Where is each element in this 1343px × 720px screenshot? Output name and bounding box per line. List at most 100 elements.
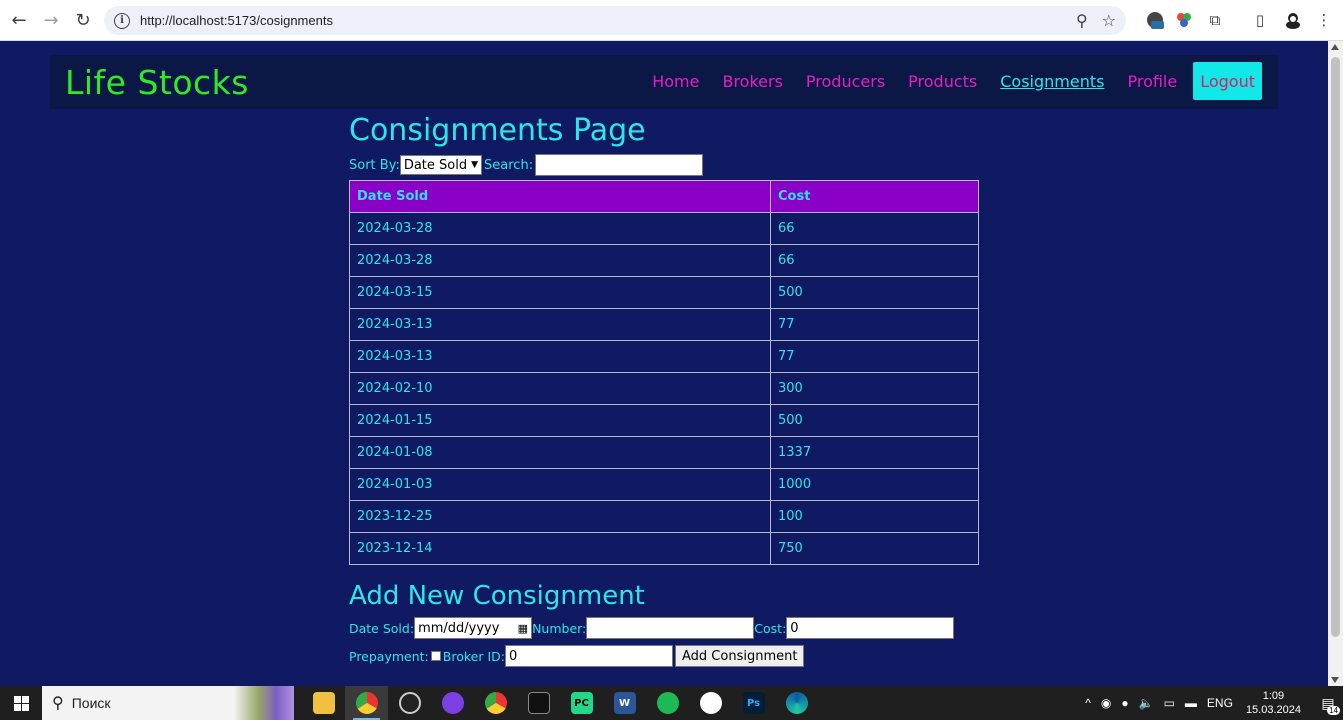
forward-arrow-icon[interactable]: → bbox=[35, 4, 67, 36]
cell-date-sold: 2024-01-03 bbox=[349, 468, 771, 501]
add-form-row-1: Date Sold: mm/dd/yyyy ▦ Number: Cost: 0 bbox=[349, 615, 989, 641]
search-icon: ⚲ bbox=[52, 695, 64, 712]
discord-icon[interactable]: ◉ bbox=[1101, 696, 1111, 710]
url-text[interactable]: http://localhost:5173/cosignments bbox=[140, 13, 333, 28]
edge-icon[interactable] bbox=[775, 686, 818, 720]
tray-overflow-icon[interactable]: ^ bbox=[1085, 696, 1091, 710]
nav-products[interactable]: Products bbox=[908, 72, 977, 91]
notification-count: 14 bbox=[1327, 706, 1340, 715]
steam-icon[interactable] bbox=[388, 686, 431, 720]
taskbar-search[interactable]: ⚲ Поиск bbox=[42, 686, 294, 720]
search-highlight-image bbox=[234, 686, 294, 720]
ghost-app-icon[interactable] bbox=[689, 686, 732, 720]
prepayment-checkbox[interactable] bbox=[430, 651, 441, 661]
bookmark-star-icon[interactable]: ☆ bbox=[1102, 11, 1116, 30]
scroll-up-icon[interactable] bbox=[1331, 44, 1339, 50]
menu-kebab-icon[interactable]: ⋮ bbox=[1312, 8, 1336, 32]
extension-uk-icon[interactable] bbox=[1143, 8, 1167, 32]
nav-cosignments[interactable]: Cosignments bbox=[1000, 72, 1104, 91]
broker-id-input[interactable]: 0 bbox=[505, 645, 673, 667]
table-row: 2024-01-03 1000 bbox=[349, 468, 979, 501]
taskbar-apps: PC W Ps bbox=[302, 686, 818, 720]
table-header-row: Date Sold Cost bbox=[349, 180, 979, 213]
profile-avatar-icon[interactable] bbox=[1281, 8, 1305, 32]
cell-date-sold: 2024-03-13 bbox=[349, 308, 771, 341]
extension-puzzle-colorful-icon[interactable] bbox=[1172, 8, 1196, 32]
calendar-icon[interactable]: ▦ bbox=[518, 622, 528, 635]
chrome-profile-icon[interactable] bbox=[345, 686, 388, 720]
page-title: Consignments Page bbox=[349, 113, 646, 148]
reload-icon[interactable]: ↻ bbox=[67, 4, 99, 36]
side-panel-icon[interactable]: ▯ bbox=[1248, 8, 1272, 32]
cell-cost: 750 bbox=[770, 532, 979, 565]
cell-date-sold: 2023-12-25 bbox=[349, 500, 771, 533]
search-input[interactable] bbox=[535, 154, 704, 176]
network-icon[interactable]: ▭ bbox=[1164, 696, 1175, 710]
scroll-down-icon[interactable] bbox=[1331, 677, 1339, 683]
table-row: 2023-12-14 750 bbox=[349, 532, 979, 565]
nav-profile[interactable]: Profile bbox=[1127, 72, 1177, 91]
battery-icon[interactable]: ▬ bbox=[1185, 696, 1197, 710]
table-body: 2024-03-28 66 2024-03-28 66 2024-03-15 500 202… bbox=[349, 212, 979, 565]
scroll-thumb[interactable] bbox=[1331, 57, 1340, 637]
pycharm-icon[interactable]: PC bbox=[560, 686, 603, 720]
site-info-icon[interactable]: i bbox=[114, 12, 130, 29]
date-sold-input[interactable]: mm/dd/yyyy ▦ bbox=[414, 617, 533, 639]
cell-date-sold: 2024-03-28 bbox=[349, 212, 771, 245]
windows-start-icon[interactable] bbox=[0, 686, 42, 720]
extensions-icon[interactable]: ⧉ bbox=[1203, 8, 1227, 32]
chrome-icon[interactable] bbox=[474, 686, 517, 720]
consignments-table: Date Sold Cost 2024-03-28 66 2024-03-28 66 2… bbox=[349, 180, 979, 565]
table-row: 2024-03-15 500 bbox=[349, 276, 979, 309]
cell-cost: 77 bbox=[770, 340, 979, 373]
cell-date-sold: 2024-03-15 bbox=[349, 276, 771, 309]
volume-icon[interactable]: 🔈 bbox=[1139, 696, 1154, 710]
nav-producers[interactable]: Producers bbox=[806, 72, 885, 91]
nav-brokers[interactable]: Brokers bbox=[722, 72, 782, 91]
sort-select-value: Date Sold bbox=[403, 157, 468, 173]
page-scrollbar[interactable] bbox=[1328, 41, 1343, 686]
number-input[interactable] bbox=[586, 617, 755, 639]
notification-center-icon[interactable]: ▤ 14 bbox=[1313, 686, 1343, 720]
taskbar-clock[interactable]: 1:09 15.03.2024 bbox=[1246, 689, 1301, 717]
nav-home[interactable]: Home bbox=[652, 72, 699, 91]
cell-cost: 500 bbox=[770, 276, 979, 309]
table-row: 2024-03-28 66 bbox=[349, 212, 979, 245]
logout-button[interactable]: Logout bbox=[1193, 62, 1262, 100]
word-icon[interactable]: W bbox=[603, 686, 646, 720]
column-header-cost: Cost bbox=[770, 180, 979, 213]
tray-app-icon[interactable]: ● bbox=[1121, 696, 1128, 710]
back-arrow-icon[interactable]: ← bbox=[3, 4, 35, 36]
file-explorer-icon[interactable] bbox=[302, 686, 345, 720]
prepayment-label: Prepayment: bbox=[349, 648, 429, 664]
table-row: 2024-03-13 77 bbox=[349, 308, 979, 341]
cell-cost: 77 bbox=[770, 308, 979, 341]
cost-label: Cost: bbox=[754, 620, 787, 636]
cell-cost: 1000 bbox=[770, 468, 979, 501]
language-indicator[interactable]: ENG bbox=[1207, 696, 1233, 710]
cell-cost: 66 bbox=[770, 212, 979, 245]
cell-date-sold: 2024-03-13 bbox=[349, 340, 771, 373]
add-consignment-button[interactable]: Add Consignment bbox=[675, 645, 805, 667]
table-row: 2024-01-08 1337 bbox=[349, 436, 979, 469]
search-label: Search: bbox=[484, 157, 534, 173]
cell-date-sold: 2024-01-08 bbox=[349, 436, 771, 469]
zoom-icon[interactable]: ⚲ bbox=[1076, 11, 1088, 30]
brand-logo[interactable]: Life Stocks bbox=[65, 63, 249, 102]
terminal-icon[interactable] bbox=[517, 686, 560, 720]
sort-label: Sort By: bbox=[349, 157, 400, 173]
cell-date-sold: 2024-01-15 bbox=[349, 404, 771, 437]
date-sold-label: Date Sold: bbox=[349, 620, 415, 636]
spotify-icon[interactable] bbox=[646, 686, 689, 720]
clock-date: 15.03.2024 bbox=[1245, 704, 1301, 716]
chevron-down-icon: ▼ bbox=[471, 160, 479, 170]
address-bar[interactable]: i http://localhost:5173/cosignments ⚲ ☆ bbox=[104, 6, 1126, 35]
cell-date-sold: 2024-02-10 bbox=[349, 372, 771, 405]
cell-cost: 1337 bbox=[770, 436, 979, 469]
sort-select[interactable]: Date Sold ▼ bbox=[399, 155, 483, 175]
cell-cost: 100 bbox=[770, 500, 979, 533]
cost-input[interactable]: 0 bbox=[786, 617, 955, 639]
photoshop-icon[interactable]: Ps bbox=[732, 686, 775, 720]
github-desktop-icon[interactable] bbox=[431, 686, 474, 720]
add-form-row-2: Prepayment: Broker ID: 0 Add Consignment bbox=[349, 643, 989, 669]
